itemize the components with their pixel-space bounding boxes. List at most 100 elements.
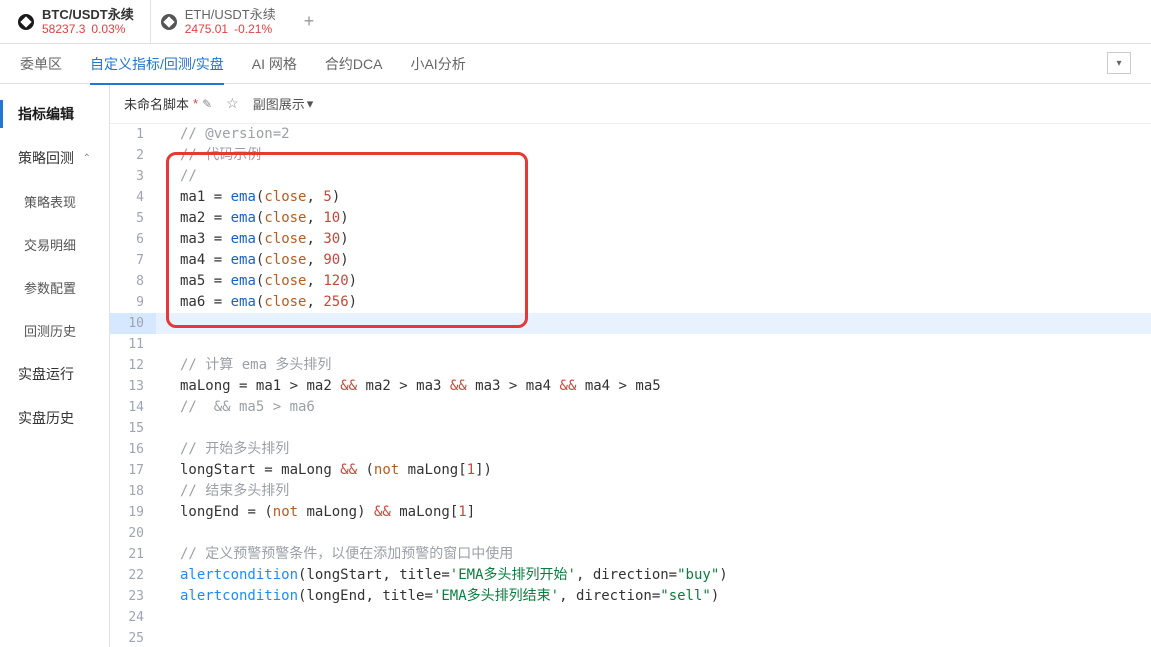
code-line[interactable]: 16// 开始多头排列 xyxy=(110,439,1151,460)
code-line[interactable]: 5ma2 = ema(close, 10) xyxy=(110,208,1151,229)
code-line[interactable]: 25 xyxy=(110,628,1151,647)
sidebar-item-backtest[interactable]: 策略回测⌃ xyxy=(0,136,109,180)
subtab-dca[interactable]: 合约DCA xyxy=(325,44,383,84)
line-number: 19 xyxy=(110,502,156,523)
code-line[interactable]: 13maLong = ma1 > ma2 && ma2 > ma3 && ma3… xyxy=(110,376,1151,397)
subchart-dropdown[interactable]: 副图展示 ▾ xyxy=(253,94,314,113)
line-content: // @version=2 xyxy=(156,124,290,145)
tab-change: -0.21% xyxy=(234,22,272,36)
line-content: ma5 = ema(close, 120) xyxy=(156,271,357,292)
sidebar: 指标编辑 策略回测⌃ 策略表现 交易明细 参数配置 回测历史 实盘运行 实盘历史 xyxy=(0,84,110,647)
code-line[interactable]: 1// @version=2 xyxy=(110,124,1151,145)
line-number: 4 xyxy=(110,187,156,208)
code-line[interactable]: 6ma3 = ema(close, 30) xyxy=(110,229,1151,250)
code-line[interactable]: 22alertcondition(longStart, title='EMA多头… xyxy=(110,565,1151,586)
line-number: 14 xyxy=(110,397,156,418)
code-line[interactable]: 4ma1 = ema(close, 5) xyxy=(110,187,1151,208)
edit-icon[interactable]: ✎ xyxy=(202,97,212,111)
code-line[interactable]: 15 xyxy=(110,418,1151,439)
code-line[interactable]: 21// 定义预警预警条件，以便在添加预警的窗口中使用 xyxy=(110,544,1151,565)
add-tab-button[interactable]: + xyxy=(292,11,327,32)
line-number: 23 xyxy=(110,586,156,607)
code-line[interactable]: 2// 代码示例 xyxy=(110,145,1151,166)
code-line[interactable]: 8ma5 = ema(close, 120) xyxy=(110,271,1151,292)
code-line[interactable]: 18// 结束多头排列 xyxy=(110,481,1151,502)
subtab-ai-analysis[interactable]: 小AI分析 xyxy=(410,44,465,84)
btc-icon xyxy=(18,14,34,30)
code-line[interactable]: 24 xyxy=(110,607,1151,628)
product-tab-eth[interactable]: ETH/USDT永续 2475.01 -0.21% xyxy=(151,0,292,43)
sub-tabs-bar: 委单区 自定义指标/回测/实盘 AI 网格 合约DCA 小AI分析 ▾ xyxy=(0,44,1151,84)
code-line[interactable]: 7ma4 = ema(close, 90) xyxy=(110,250,1151,271)
line-number: 6 xyxy=(110,229,156,250)
sidebar-item-live[interactable]: 实盘运行 xyxy=(0,352,109,396)
subtab-orders[interactable]: 委单区 xyxy=(20,44,62,84)
subtab-custom-indicator[interactable]: 自定义指标/回测/实盘 xyxy=(90,44,224,84)
code-line[interactable]: 9ma6 = ema(close, 256) xyxy=(110,292,1151,313)
line-content: longStart = maLong && (not maLong[1]) xyxy=(156,460,492,481)
sidebar-item-live-history[interactable]: 实盘历史 xyxy=(0,396,109,440)
tab-symbol: BTC/USDT永续 xyxy=(42,7,134,23)
line-content: maLong = ma1 > ma2 && ma2 > ma3 && ma3 >… xyxy=(156,376,661,397)
editor-pane: 未命名脚本* ✎ ☆ 副图展示 ▾ 1// @version=22// 代码示例… xyxy=(110,84,1151,647)
line-content: longEnd = (not maLong) && maLong[1] xyxy=(156,502,475,523)
doc-name[interactable]: 未命名脚本* ✎ xyxy=(124,94,212,113)
line-number: 3 xyxy=(110,166,156,187)
code-line[interactable]: 19longEnd = (not maLong) && maLong[1] xyxy=(110,502,1151,523)
line-content: alertcondition(longStart, title='EMA多头排列… xyxy=(156,565,728,586)
line-content: // && ma5 > ma6 xyxy=(156,397,315,418)
product-tab-btc[interactable]: BTC/USDT永续 58237.3 0.03% xyxy=(8,0,151,43)
line-number: 9 xyxy=(110,292,156,313)
code-line[interactable]: 20 xyxy=(110,523,1151,544)
line-number: 1 xyxy=(110,124,156,145)
line-number: 12 xyxy=(110,355,156,376)
line-number: 11 xyxy=(110,334,156,355)
line-content: // 计算 ema 多头排列 xyxy=(156,355,331,376)
line-number: 21 xyxy=(110,544,156,565)
line-number: 13 xyxy=(110,376,156,397)
code-line[interactable]: 11 xyxy=(110,334,1151,355)
line-content: // 开始多头排列 xyxy=(156,439,289,460)
code-line[interactable]: 23alertcondition(longEnd, title='EMA多头排列… xyxy=(110,586,1151,607)
code-line[interactable]: 10 xyxy=(110,313,1151,334)
line-number: 17 xyxy=(110,460,156,481)
product-tabs-bar: BTC/USDT永续 58237.3 0.03% ETH/USDT永续 2475… xyxy=(0,0,1151,44)
line-content: // 代码示例 xyxy=(156,145,261,166)
line-content: // 结束多头排列 xyxy=(156,481,289,502)
dropdown-widget[interactable]: ▾ xyxy=(1107,52,1131,74)
line-number: 7 xyxy=(110,250,156,271)
sidebar-item-history[interactable]: 回测历史 xyxy=(0,309,109,352)
sidebar-item-indicator-edit[interactable]: 指标编辑 xyxy=(0,92,109,136)
line-number: 10 xyxy=(110,313,156,334)
sidebar-item-trades[interactable]: 交易明细 xyxy=(0,223,109,266)
line-number: 8 xyxy=(110,271,156,292)
line-number: 20 xyxy=(110,523,156,544)
line-number: 24 xyxy=(110,607,156,628)
code-line[interactable]: 17longStart = maLong && (not maLong[1]) xyxy=(110,460,1151,481)
main-area: 指标编辑 策略回测⌃ 策略表现 交易明细 参数配置 回测历史 实盘运行 实盘历史… xyxy=(0,84,1151,647)
code-editor[interactable]: 1// @version=22// 代码示例3//4ma1 = ema(clos… xyxy=(110,124,1151,647)
line-number: 25 xyxy=(110,628,156,647)
line-content: ma3 = ema(close, 30) xyxy=(156,229,349,250)
chevron-up-icon: ⌃ xyxy=(83,153,91,164)
code-line[interactable]: 14// && ma5 > ma6 xyxy=(110,397,1151,418)
tab-symbol: ETH/USDT永续 xyxy=(185,7,276,23)
line-content: ma4 = ema(close, 90) xyxy=(156,250,349,271)
subtab-ai-grid[interactable]: AI 网格 xyxy=(252,44,297,84)
line-content: // 定义预警预警条件，以便在添加预警的窗口中使用 xyxy=(156,544,513,565)
line-number: 2 xyxy=(110,145,156,166)
favorite-icon[interactable]: ☆ xyxy=(226,95,239,112)
doc-bar: 未命名脚本* ✎ ☆ 副图展示 ▾ xyxy=(110,84,1151,124)
line-content: ma1 = ema(close, 5) xyxy=(156,187,340,208)
code-line[interactable]: 12// 计算 ema 多头排列 xyxy=(110,355,1151,376)
line-content: ma6 = ema(close, 256) xyxy=(156,292,357,313)
code-line[interactable]: 3// xyxy=(110,166,1151,187)
line-number: 15 xyxy=(110,418,156,439)
tab-price: 2475.01 xyxy=(185,22,228,36)
sidebar-item-performance[interactable]: 策略表现 xyxy=(0,180,109,223)
sidebar-item-params[interactable]: 参数配置 xyxy=(0,266,109,309)
tab-price: 58237.3 xyxy=(42,22,85,36)
line-content: ma2 = ema(close, 10) xyxy=(156,208,349,229)
line-number: 18 xyxy=(110,481,156,502)
line-content: alertcondition(longEnd, title='EMA多头排列结束… xyxy=(156,586,719,607)
